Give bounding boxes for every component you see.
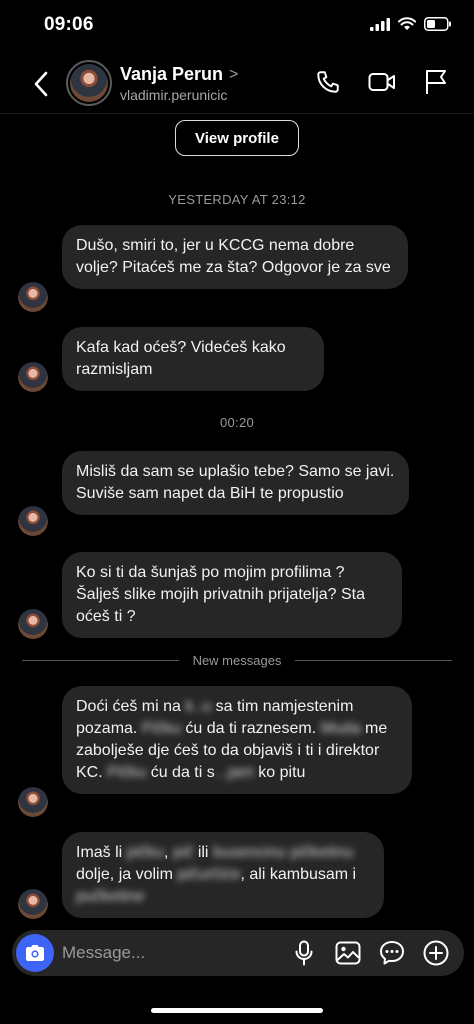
sender-avatar[interactable] — [18, 506, 48, 536]
contact-avatar[interactable] — [66, 60, 112, 106]
blurred-word: pičketinu — [290, 844, 354, 861]
status-time: 09:06 — [44, 14, 94, 35]
message-text: Doći ćeš mi na — [76, 698, 186, 715]
view-profile-button[interactable]: View profile — [175, 120, 299, 156]
back-icon — [34, 71, 48, 97]
status-icons — [370, 17, 452, 36]
voice-button[interactable] — [290, 939, 318, 967]
phone-icon — [317, 71, 339, 93]
blurred-word: ...jam — [214, 764, 254, 781]
message-bubble[interactable]: Dušo, smiri to, jer u KCCG nema dobre vo… — [62, 225, 408, 289]
chevron-right-icon: > — [229, 65, 239, 83]
contact-name[interactable]: Vanja Perun > — [120, 64, 238, 85]
back-button[interactable] — [26, 66, 56, 102]
status-bar: 09:06 — [0, 0, 474, 54]
sender-avatar[interactable] — [18, 362, 48, 392]
message-text: dolje, ja volim — [76, 866, 178, 883]
message-text: , ali kambusam i — [240, 866, 357, 883]
timestamp: 00:20 — [219, 415, 255, 430]
flag-icon — [426, 70, 446, 94]
avatar-image — [70, 64, 108, 102]
timestamp: YESTERDAY AT 23:12 — [168, 192, 306, 207]
message-bubble[interactable]: Misliš da sam se uplašio tebe? Samo se j… — [62, 451, 409, 515]
message-input[interactable] — [62, 938, 272, 968]
blurred-word: pučketine — [76, 888, 145, 905]
message-bubble[interactable]: Kafa kad oćeš? Videćeš kako razmisljam — [62, 327, 324, 391]
home-indicator[interactable] — [151, 1008, 323, 1013]
blurred-word: pičurčiće — [177, 866, 241, 883]
chat-header: Vanja Perun > vladimir.perunicic — [0, 54, 474, 114]
header-actions — [314, 68, 450, 96]
sticker-button[interactable] — [378, 939, 406, 967]
video-call-button[interactable] — [368, 68, 396, 96]
message-text: Imaš li — [76, 844, 127, 861]
blurred-word: busencinu — [212, 844, 286, 861]
message-bubble[interactable]: Imaš li pičku, pič ili busencinu pičketi… — [62, 832, 384, 918]
blurred-word: pičku — [126, 844, 165, 861]
message-text: ili — [193, 844, 213, 861]
battery-icon — [424, 17, 452, 36]
blurred-word: Pičku — [141, 720, 181, 737]
message-text: ću da ti s — [146, 764, 215, 781]
camera-icon — [26, 945, 44, 961]
sticker-icon — [380, 941, 404, 965]
message-text: , — [164, 844, 173, 861]
blurred-word: Pičku — [107, 764, 147, 781]
message-bubble[interactable]: Ko si ti da šunjaš po mojim profilima ? … — [62, 552, 402, 638]
microphone-icon — [295, 940, 313, 966]
blurred-word: pič — [172, 844, 194, 861]
divider-line — [295, 659, 452, 661]
message-text: ću da ti raznesem. — [180, 720, 321, 737]
camera-button[interactable] — [16, 934, 54, 972]
message-bubble[interactable]: Doći ćeš mi na k..u sa tim namjestenim p… — [62, 686, 412, 794]
message-composer — [12, 930, 464, 976]
wifi-icon — [398, 17, 416, 36]
composer-actions — [290, 939, 450, 967]
sender-avatar[interactable] — [18, 889, 48, 919]
new-messages-label: New messages — [192, 652, 282, 668]
message-text: ko pitu — [253, 764, 306, 781]
contact-name-text: Vanja Perun — [120, 64, 224, 84]
plus-icon — [423, 940, 449, 966]
new-messages-divider: New messages — [22, 650, 452, 670]
add-button[interactable] — [422, 939, 450, 967]
gallery-icon — [335, 941, 361, 965]
blurred-word: Muda — [320, 720, 361, 737]
report-button[interactable] — [422, 68, 450, 96]
video-icon — [368, 73, 395, 91]
sender-avatar[interactable] — [18, 609, 48, 639]
sender-avatar[interactable] — [18, 787, 48, 817]
blurred-word: k..u — [185, 698, 212, 715]
sender-avatar[interactable] — [18, 282, 48, 312]
gallery-button[interactable] — [334, 939, 362, 967]
contact-username: vladimir.perunicic — [120, 87, 228, 103]
signal-icon — [370, 17, 390, 36]
divider-line — [22, 659, 179, 661]
call-button[interactable] — [314, 68, 342, 96]
